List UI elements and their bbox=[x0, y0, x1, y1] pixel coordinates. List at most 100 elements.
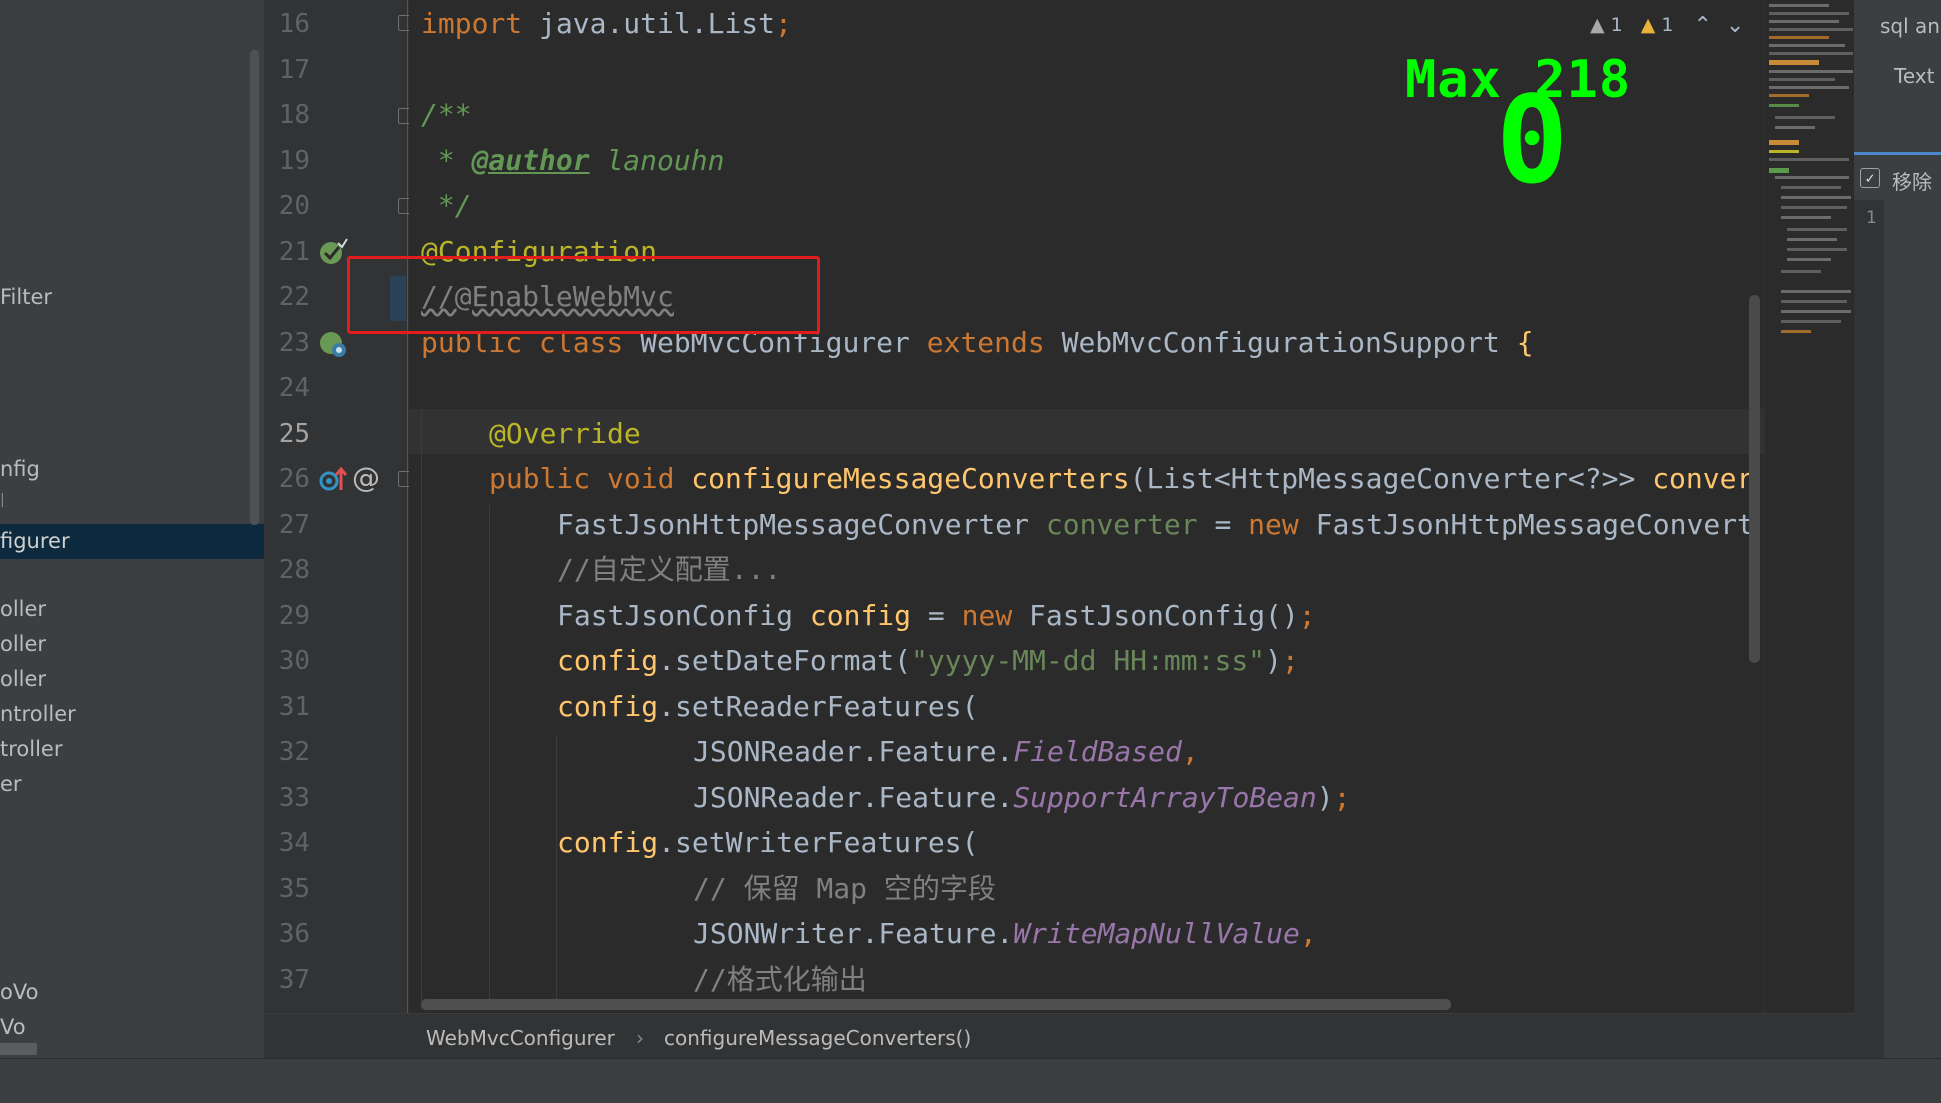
line-number: 26 bbox=[278, 464, 310, 494]
chevron-up-icon[interactable]: ⌃ bbox=[1693, 13, 1711, 38]
right-tool-panel[interactable]: sql an Text ✓ 移除 1 bbox=[1854, 0, 1941, 1058]
at-sign-icon[interactable]: @ bbox=[352, 461, 380, 494]
minimap-line bbox=[1769, 28, 1853, 31]
chevron-down-icon[interactable]: ⌄ bbox=[1726, 13, 1744, 38]
tree-item[interactable]: oVo bbox=[0, 980, 38, 1004]
code-token: FastJsonHttpMessageConverter bbox=[557, 508, 1046, 541]
code-token: , bbox=[1181, 735, 1199, 768]
code-token: new bbox=[961, 599, 1030, 632]
line-number: 28 bbox=[278, 555, 310, 585]
code-token: FastJsonConfig bbox=[557, 599, 810, 632]
minimap-line bbox=[1769, 44, 1845, 47]
minimap-line bbox=[1775, 116, 1835, 119]
code-line-19[interactable]: * @author lanouhn bbox=[421, 143, 725, 179]
code-token: "yyyy-MM-dd HH:mm:ss" bbox=[911, 644, 1266, 677]
override-up-icon[interactable] bbox=[318, 464, 348, 494]
tree-item-fragment[interactable]: | bbox=[0, 492, 5, 508]
breadcrumb-method[interactable]: configureMessageConverters() bbox=[664, 1026, 971, 1050]
code-token: WriteMapNullValue bbox=[1013, 917, 1300, 950]
tree-item-selected[interactable]: figurer bbox=[0, 529, 70, 553]
code-line-31[interactable]: config.setReaderFeatures( bbox=[557, 689, 978, 725]
indent-guide bbox=[489, 505, 490, 1010]
tree-item[interactable]: troller bbox=[0, 737, 62, 761]
code-token: ) bbox=[1316, 781, 1334, 814]
minimap-line bbox=[1769, 70, 1853, 73]
tree-item[interactable]: er bbox=[0, 772, 22, 796]
minimap-line bbox=[1769, 104, 1799, 107]
tree-item[interactable]: oller bbox=[0, 667, 46, 691]
line-number: 16 bbox=[278, 9, 310, 39]
code-line-36[interactable]: JSONWriter.Feature.WriteMapNullValue, bbox=[693, 916, 1317, 952]
code-token: = bbox=[1197, 508, 1249, 541]
line-number: 21 bbox=[278, 237, 310, 267]
spring-bean-icon[interactable] bbox=[318, 237, 348, 267]
line-number: 18 bbox=[278, 100, 310, 130]
code-line-18[interactable]: /** bbox=[421, 97, 472, 133]
line-number: 17 bbox=[278, 55, 310, 85]
code-token: (List<HttpMessageConverter<?>> bbox=[1129, 462, 1653, 495]
minimap-line bbox=[1769, 20, 1839, 23]
minimap-line bbox=[1769, 86, 1849, 89]
code-token: @author bbox=[471, 144, 590, 177]
sidebar-scrollbar[interactable] bbox=[250, 50, 259, 525]
code-line-16[interactable]: import java.util.List; bbox=[421, 6, 792, 42]
line-number: 19 bbox=[278, 146, 310, 176]
minimap[interactable] bbox=[1764, 0, 1855, 1013]
code-token: .setDateFormat( bbox=[658, 644, 912, 677]
tree-item[interactable]: ntroller bbox=[0, 702, 76, 726]
code-line-25[interactable]: @Override bbox=[489, 416, 641, 452]
code-token: FastJsonConfig() bbox=[1029, 599, 1299, 632]
code-line-32[interactable]: JSONReader.Feature.FieldBased, bbox=[693, 734, 1199, 770]
minimap-line bbox=[1769, 140, 1799, 145]
sidebar-hscrollbar[interactable] bbox=[0, 1043, 37, 1055]
minimap-line bbox=[1775, 126, 1815, 129]
minimap-line bbox=[1781, 330, 1811, 333]
minimap-line bbox=[1769, 12, 1849, 15]
tree-item[interactable]: oller bbox=[0, 632, 46, 656]
code-line-26[interactable]: public void configureMessageConverters(L… bbox=[489, 461, 1753, 497]
inspection-widget[interactable]: ▲ 1 ▲ 1 ⌃ ⌄ bbox=[1590, 10, 1744, 40]
minimap-line bbox=[1769, 94, 1809, 97]
minimap-line bbox=[1781, 310, 1851, 313]
weak-warning-icon[interactable]: ▲ bbox=[1590, 14, 1605, 36]
code-token: ; bbox=[1298, 599, 1316, 632]
editor-vscrollbar[interactable] bbox=[1749, 295, 1760, 663]
minimap-line bbox=[1769, 52, 1853, 55]
code-line-27[interactable]: FastJsonHttpMessageConverter converter =… bbox=[557, 507, 1754, 543]
minimap-line bbox=[1769, 4, 1829, 7]
code-token: , bbox=[1299, 917, 1317, 950]
spring-bean-icon[interactable] bbox=[318, 328, 350, 360]
code-line-37[interactable]: //格式化输出 bbox=[693, 962, 867, 998]
code-line-20[interactable]: */ bbox=[421, 188, 472, 224]
project-tree[interactable]: Filter nfig | figurer oller oller oller … bbox=[0, 0, 264, 1058]
gutter-divider bbox=[407, 0, 408, 1013]
tool-tab-text[interactable]: Text bbox=[1894, 64, 1934, 88]
code-token: config bbox=[809, 599, 912, 632]
code-line-34[interactable]: config.setWriterFeatures( bbox=[557, 825, 978, 861]
line-number: 24 bbox=[278, 373, 310, 403]
warning-icon[interactable]: ▲ bbox=[1641, 14, 1656, 36]
code-line-29[interactable]: FastJsonConfig config = new FastJsonConf… bbox=[557, 598, 1316, 634]
code-line-35[interactable]: // 保留 Map 空的字段 bbox=[693, 871, 996, 907]
code-token: JSONReader.Feature. bbox=[693, 781, 1014, 814]
code-token: import bbox=[421, 7, 523, 40]
code-token: converter bbox=[1045, 508, 1198, 541]
tool-tab-sql[interactable]: sql an bbox=[1880, 14, 1940, 38]
tree-item[interactable]: oller bbox=[0, 597, 46, 621]
minimap-line bbox=[1781, 206, 1847, 209]
editor-hscrollbar[interactable] bbox=[421, 999, 1451, 1010]
code-token: { bbox=[1516, 326, 1534, 359]
breadcrumb-class[interactable]: WebMvcConfigurer bbox=[426, 1026, 615, 1050]
breadcrumb[interactable]: WebMvcConfigurer › configureMessageConve… bbox=[264, 1013, 1854, 1059]
code-line-33[interactable]: JSONReader.Feature.SupportArrayToBean); bbox=[693, 780, 1350, 816]
minimap-line bbox=[1787, 248, 1847, 251]
checkbox-icon[interactable]: ✓ bbox=[1860, 168, 1880, 188]
tree-item[interactable]: Filter bbox=[0, 285, 52, 309]
minimap-line bbox=[1775, 176, 1849, 179]
code-token: SupportArrayToBean bbox=[1013, 781, 1317, 814]
panel-line-number: 1 bbox=[1866, 208, 1877, 228]
code-line-28[interactable]: //自定义配置... bbox=[557, 552, 781, 588]
tree-item[interactable]: Vo bbox=[0, 1015, 26, 1039]
tree-item[interactable]: nfig bbox=[0, 457, 40, 481]
code-line-30[interactable]: config.setDateFormat("yyyy-MM-dd HH:mm:s… bbox=[557, 643, 1299, 679]
